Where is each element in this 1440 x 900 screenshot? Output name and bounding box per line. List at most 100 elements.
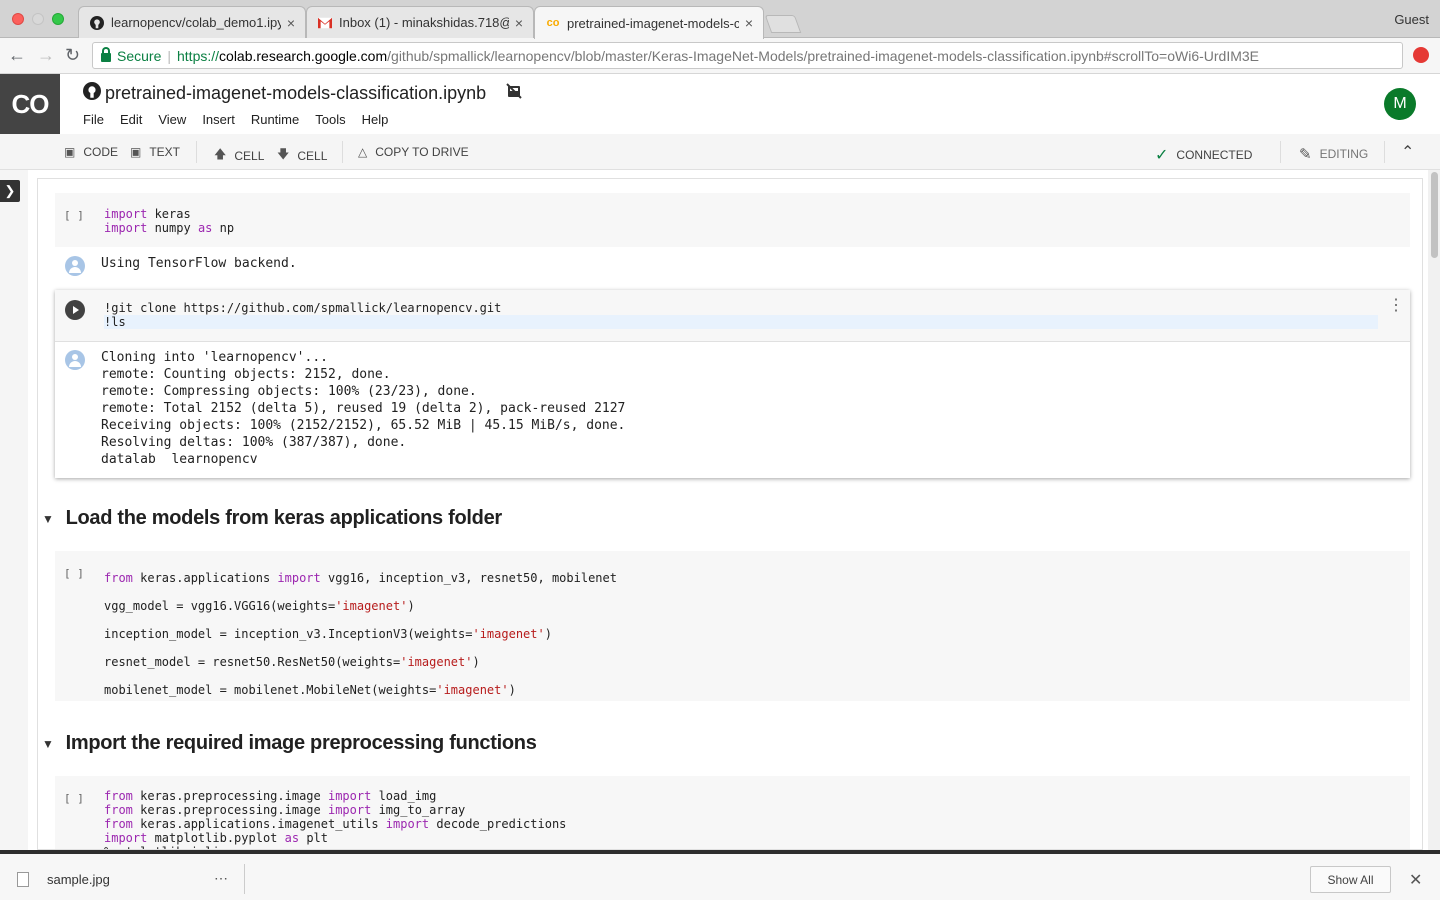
add-code-button[interactable]: ▣ CODE [64, 145, 118, 159]
section-heading[interactable]: ▼ Import the required image preprocessin… [42, 732, 537, 755]
close-tab-icon[interactable]: × [515, 15, 523, 31]
toolbar-divider [342, 141, 343, 163]
menu-bar: File Edit View Insert Runtime Tools Help [83, 112, 404, 127]
cell-output: Using TensorFlow backend. [101, 256, 297, 271]
add-code-label: CODE [83, 145, 119, 159]
copy-to-drive-button[interactable]: △ COPY TO DRIVE [358, 145, 469, 159]
download-shelf: sample.jpg ⋯ Show All ✕ [0, 850, 1440, 900]
heading-text: Import the required image preprocessing … [65, 732, 537, 754]
minimize-window-button[interactable] [32, 13, 44, 25]
menu-help[interactable]: Help [362, 112, 389, 127]
copy-to-drive-label: COPY TO DRIVE [375, 145, 469, 159]
avatar[interactable]: M [1384, 88, 1416, 120]
chevron-up-icon[interactable]: ⌃ [1401, 142, 1414, 162]
sidebar [0, 170, 28, 850]
drive-icon: △ [358, 145, 368, 159]
maximize-window-button[interactable] [52, 13, 64, 25]
notebook-toolbar: ▣ CODE ▣ TEXT 🡅 CELL 🡇 CELL △ COPY TO DR… [0, 134, 1440, 170]
close-icon[interactable]: ✕ [1409, 870, 1422, 890]
secure-label: Secure [117, 47, 162, 64]
code-cell-focused[interactable]: !git clone https://github.com/spmallick/… [55, 290, 1410, 478]
cell-code[interactable]: !git clone https://github.com/spmallick/… [104, 301, 501, 329]
pencil-icon: ✎ [1299, 146, 1312, 163]
status-label: CONNECTED [1176, 148, 1253, 162]
gmail-icon [317, 15, 333, 31]
plus-box-icon: ▣ [64, 145, 76, 159]
cell-prompt[interactable]: [ ] [64, 209, 84, 222]
cell-prompt[interactable]: [ ] [64, 792, 84, 805]
tab-title: pretrained-imagenet-models-c [567, 15, 739, 31]
new-tab-button[interactable] [764, 15, 802, 33]
output-avatar-icon [65, 256, 85, 276]
cell-down-label: CELL [297, 148, 328, 163]
forward-arrow-icon[interactable]: → [37, 46, 55, 64]
arrow-down-icon: 🡇 [277, 147, 290, 161]
more-vert-icon[interactable]: ⋮ [1388, 298, 1404, 314]
download-item[interactable]: sample.jpg [17, 872, 110, 887]
menu-view[interactable]: View [158, 112, 186, 127]
menu-tools[interactable]: Tools [315, 112, 345, 127]
colab-logo[interactable]: CO [0, 74, 60, 134]
tab-title: Inbox (1) - minakshidas.718@g [339, 15, 509, 30]
move-cell-up-button[interactable]: 🡅 CELL [214, 145, 264, 166]
cell-editor[interactable]: !git clone https://github.com/spmallick/… [55, 290, 1410, 342]
browser-tab-strip: learnopencv/colab_demo1.ipyn × Inbox (1)… [0, 0, 1440, 39]
url-path: /github/spmallick/learnopencv/blob/maste… [387, 47, 1260, 64]
scrollbar-thumb[interactable] [1431, 172, 1438, 258]
code-cell[interactable]: [ ] from keras.applications import vgg16… [55, 551, 1410, 701]
menu-file[interactable]: File [83, 112, 104, 127]
show-all-button[interactable]: Show All [1310, 866, 1391, 893]
collapse-caret-icon[interactable]: ▼ [42, 737, 54, 751]
arrow-up-icon: 🡅 [214, 147, 227, 161]
cell-code[interactable]: import keras import numpy as np [104, 207, 234, 235]
drive-off-icon[interactable] [506, 83, 522, 104]
code-cell[interactable]: [ ] from keras.preprocessing.image impor… [55, 776, 1410, 849]
more-horiz-icon[interactable]: ⋯ [214, 870, 229, 887]
cell-prompt[interactable]: [ ] [64, 567, 84, 580]
notebook-content: [ ] import keras import numpy as np Usin… [37, 178, 1423, 850]
colab-icon: co [546, 17, 560, 29]
collapse-caret-icon[interactable]: ▼ [42, 512, 54, 526]
menu-runtime[interactable]: Runtime [251, 112, 299, 127]
browser-tab-github[interactable]: learnopencv/colab_demo1.ipyn × [78, 6, 306, 38]
add-text-button[interactable]: ▣ TEXT [130, 145, 180, 159]
profile-label[interactable]: Guest [1394, 12, 1429, 27]
notebook-title-bar: pretrained-imagenet-models-classificatio… [83, 82, 522, 105]
menu-edit[interactable]: Edit [120, 112, 142, 127]
shelf-divider [244, 864, 245, 894]
add-text-label: TEXT [149, 145, 181, 159]
sidebar-toggle-icon[interactable]: ❯ [0, 180, 20, 202]
move-cell-down-button[interactable]: 🡇 CELL [277, 145, 327, 166]
close-window-button[interactable] [12, 13, 24, 25]
address-separator: | [167, 47, 171, 64]
extension-icon[interactable] [1413, 47, 1429, 63]
file-icon [17, 872, 29, 887]
editing-mode-button[interactable]: ✎ EDITING [1299, 145, 1368, 163]
cell-code[interactable]: from keras.preprocessing.image import lo… [104, 789, 566, 849]
cell-code[interactable]: from keras.applications import vgg16, in… [104, 564, 617, 704]
connection-status[interactable]: ✓ CONNECTED [1155, 145, 1252, 165]
cell-up-label: CELL [234, 148, 265, 163]
section-heading[interactable]: ▼ Load the models from keras application… [42, 507, 502, 530]
menu-insert[interactable]: Insert [202, 112, 235, 127]
toolbar-divider [196, 141, 197, 163]
back-arrow-icon[interactable]: ← [8, 46, 26, 64]
cell-output: Cloning into 'learnopencv'... remote: Co… [101, 350, 626, 467]
tab-title: learnopencv/colab_demo1.ipyn [111, 15, 281, 30]
scrollbar-track[interactable] [1428, 170, 1440, 850]
mode-label: EDITING [1319, 147, 1369, 161]
check-icon: ✓ [1155, 147, 1169, 164]
browser-tab-colab[interactable]: co pretrained-imagenet-models-c × [534, 6, 764, 39]
url-scheme: https:// [177, 47, 220, 64]
url-host: colab.research.google.com [219, 47, 388, 64]
lock-icon [101, 47, 111, 62]
close-tab-icon[interactable]: × [745, 15, 753, 31]
reload-icon[interactable]: ↻ [65, 46, 80, 64]
close-tab-icon[interactable]: × [287, 15, 295, 31]
toolbar-divider [1280, 141, 1281, 163]
address-bar[interactable]: Secure | https://colab.research.google.c… [92, 42, 1403, 69]
browser-tab-gmail[interactable]: Inbox (1) - minakshidas.718@g × [306, 6, 534, 38]
notebook-title[interactable]: pretrained-imagenet-models-classificatio… [105, 83, 486, 104]
run-cell-button[interactable] [65, 300, 85, 320]
code-cell[interactable]: [ ] import keras import numpy as np [55, 193, 1410, 247]
